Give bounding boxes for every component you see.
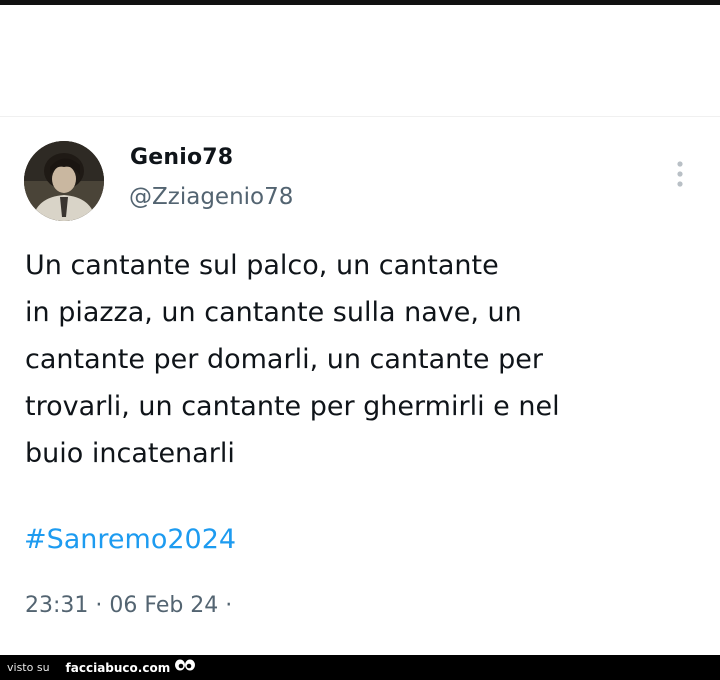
display-name[interactable]: Genio78 [130,145,233,170]
tweet-text-line: in piazza, un cantante sulla nave, un [25,297,522,328]
more-button[interactable] [670,156,690,192]
tweet-text-line: cantante per domarli, un cantante per [25,344,543,375]
tweet-timestamp[interactable]: 23:31 · 06 Feb 24 · [25,593,232,618]
watermark-site: facciabuco.com [65,660,171,675]
handle[interactable]: @Zziagenio78 [129,184,293,210]
tweet-text-line: buio incatenarli [25,438,235,469]
more-vertical-icon [677,161,683,187]
watermark-bar: visto su facciabuco.com [0,655,720,680]
eyes-icon [174,658,196,677]
top-border [0,0,720,5]
tweet-text: Un cantante sul palco, un cantante in pi… [25,242,675,477]
watermark-prefix: visto su [7,661,50,674]
header-divider [0,116,720,117]
avatar[interactable] [24,141,104,221]
hashtag-link[interactable]: #Sanremo2024 [24,524,236,555]
tweet-text-line: trovarli, un cantante per ghermirli e ne… [25,391,560,422]
avatar-photo [24,141,104,221]
tweet-text-line: Un cantante sul palco, un cantante [25,250,499,281]
